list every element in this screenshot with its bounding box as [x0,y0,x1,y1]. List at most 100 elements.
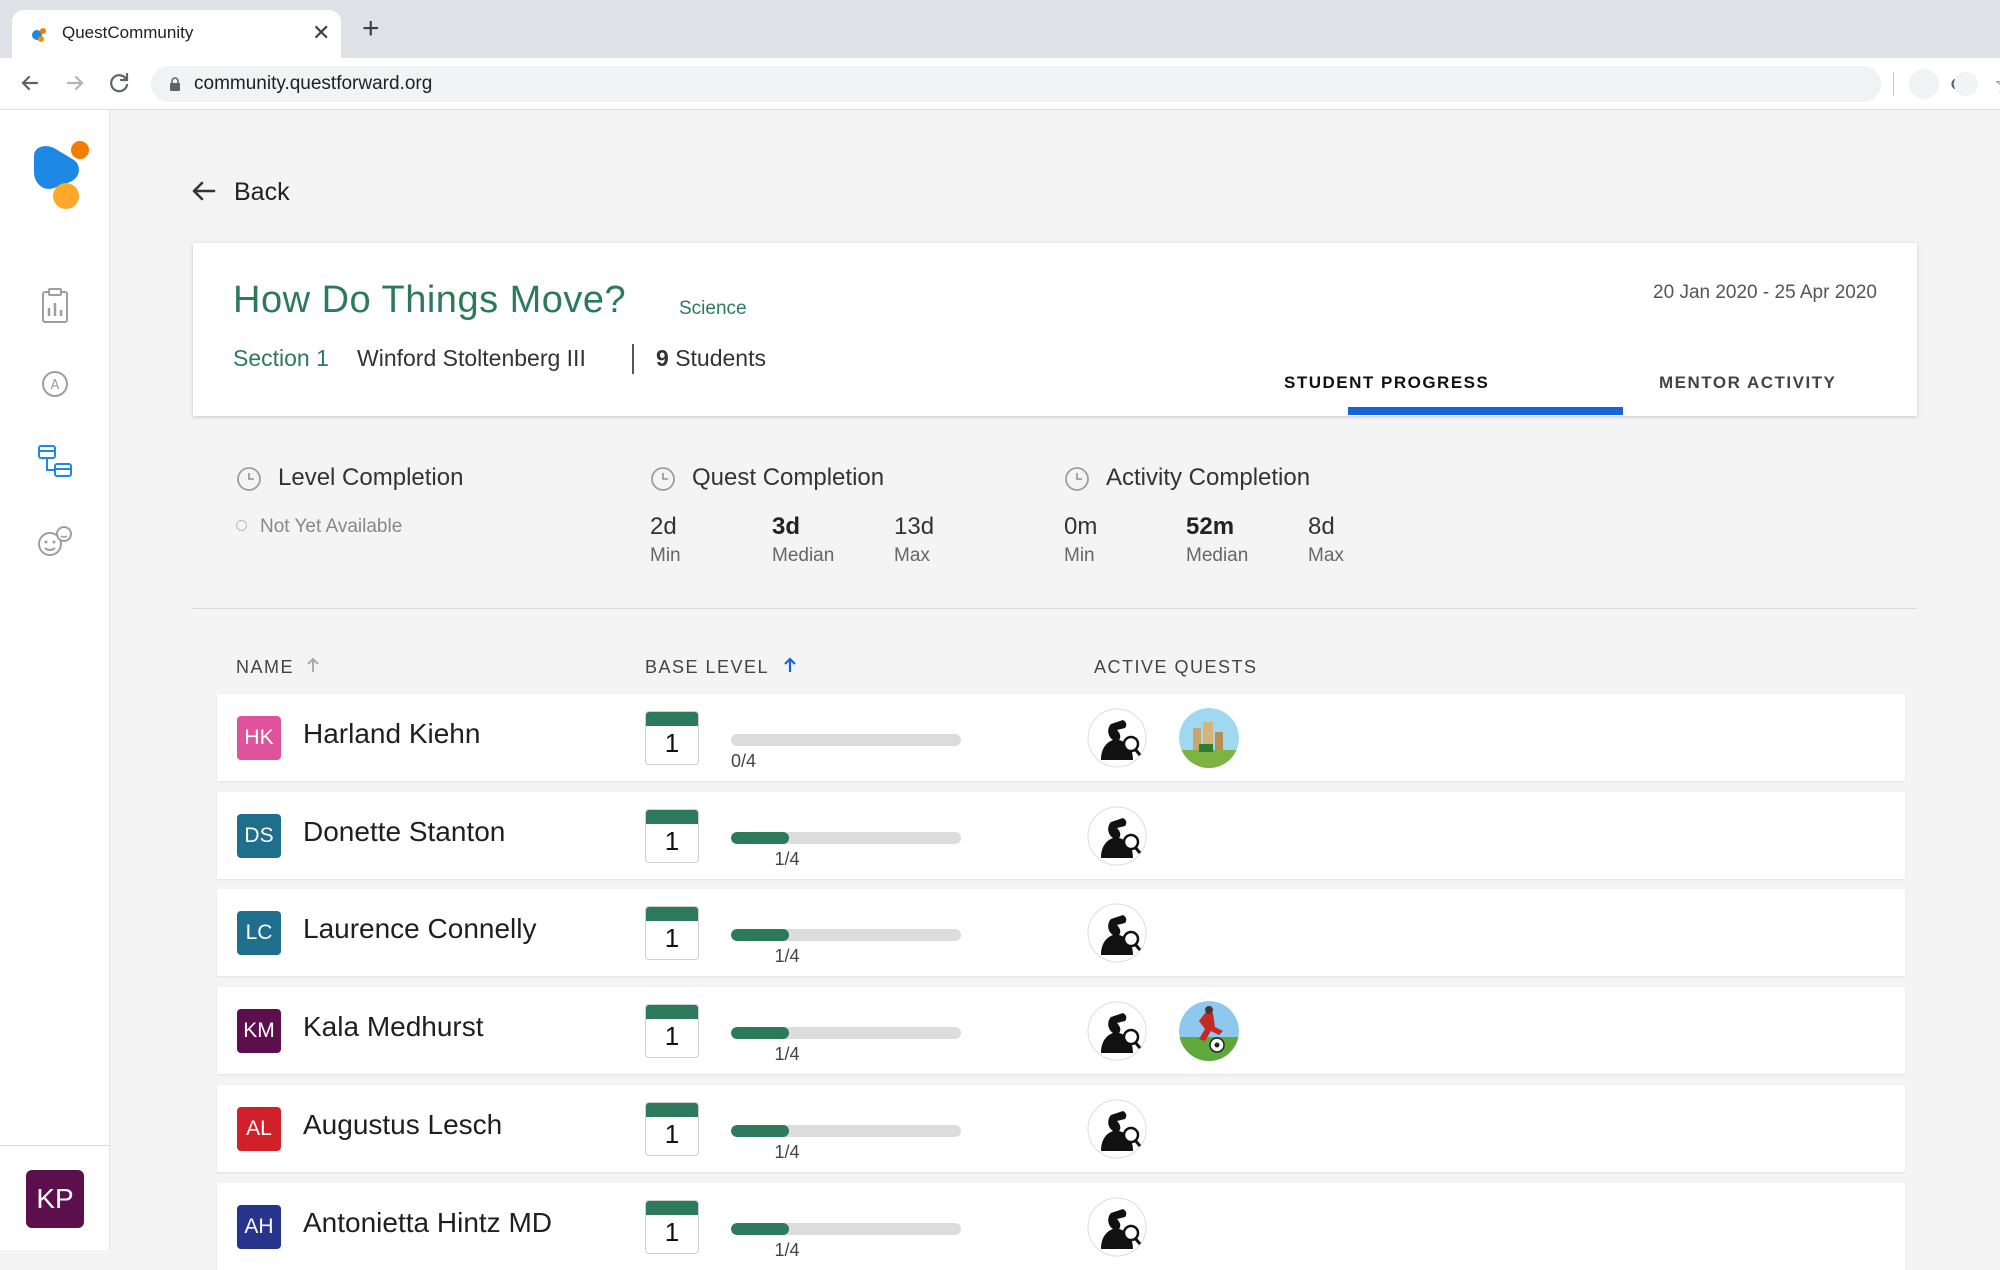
app-sidebar: A KP [0,110,110,1250]
student-row[interactable]: AH Antonietta Hintz MD 1 1/4 [217,1183,1905,1270]
user-avatar[interactable]: KP [26,1170,84,1228]
bookmark-star-icon[interactable]: ☆ [1994,70,2000,98]
profile-icon[interactable] [1954,72,1978,96]
student-name[interactable]: Donette Stanton [303,816,505,848]
base-level-number: 1 [664,923,680,953]
clock-icon [651,467,675,491]
tab-mentor-activity[interactable]: MENTOR ACTIVITY [1659,373,1836,393]
course-header-card: How Do Things Move? Science Section 1 Wi… [193,243,1917,416]
level-progress-text: 1/4 [774,1142,800,1162]
student-name[interactable]: Augustus Lesch [303,1109,502,1141]
base-level-badge: 1 [645,711,699,765]
toolbar-separator [1893,72,1894,96]
level-progress-fill [731,832,789,844]
level-progress-text: 1/4 [774,1240,800,1260]
level-badge-band [646,1005,698,1019]
soccer-quest-icon[interactable] [1179,1001,1239,1061]
base-level-number: 1 [664,1217,680,1247]
student-initials-avatar: HK [237,716,281,760]
level-progress-text: 1/4 [774,946,800,966]
activity-max-metric: 8d Max [1308,513,1344,566]
quest-max-metric: 13d Max [894,513,935,566]
student-name[interactable]: Harland Kiehn [303,718,480,750]
close-tab-icon[interactable]: ✕ [312,19,330,47]
students-count: 9 Students [656,345,766,371]
sections-icon[interactable] [35,442,75,482]
quest-min-metric: 2d Min [650,513,681,566]
student-name[interactable]: Antonietta Hintz MD [303,1207,552,1239]
student-row[interactable]: DS Donette Stanton 1 1/4 [217,792,1905,879]
detective-quest-icon[interactable] [1087,708,1147,768]
reload-icon[interactable] [105,68,135,98]
detective-quest-icon[interactable] [1087,1099,1147,1159]
course-title: How Do Things Move? [233,279,627,321]
browser-toolbar: community.questforward.org ☆ [0,58,2000,110]
student-row[interactable]: LC Laurence Connelly 1 1/4 [217,889,1905,976]
level-progress-bar [731,832,961,844]
base-level-number: 1 [664,1119,680,1149]
student-name[interactable]: Laurence Connelly [303,913,537,945]
section-label: Section 1 [233,345,329,371]
base-level-number: 1 [664,1021,680,1051]
new-tab-button[interactable]: + [362,14,380,44]
address-bar[interactable]: community.questforward.org ☆ [151,66,2000,102]
student-row[interactable]: KM Kala Medhurst 1 1/4 [217,987,1905,1074]
clock-icon [237,467,261,491]
student-initials-avatar: DS [237,814,281,858]
status-dot [236,520,247,531]
back-label: Back [234,178,290,206]
level-progress-fill [731,1027,789,1039]
detective-quest-icon[interactable] [1087,806,1147,866]
back-nav-icon[interactable] [15,68,45,98]
name-column-header[interactable]: NAME [236,657,294,678]
browser-tab[interactable]: QuestCommunity ✕ [12,10,341,58]
level-badge-band [646,810,698,824]
level-progress-bar [731,1027,961,1039]
level-badge-band [646,712,698,726]
sidebar-divider [0,1145,110,1146]
svg-text:A: A [51,378,60,393]
level-badge-band [646,1103,698,1117]
students-faces-icon[interactable] [35,522,75,562]
student-initials-avatar: KM [237,1009,281,1053]
sort-arrow-up-icon[interactable] [782,655,798,675]
detective-quest-icon[interactable] [1087,903,1147,963]
level-progress-bar [731,734,961,746]
arrow-left-icon [192,181,216,201]
header-separator [632,344,634,374]
extension-icon[interactable] [1909,69,1939,99]
tab-student-progress[interactable]: STUDENT PROGRESS [1284,373,1489,393]
level-progress-text: 1/4 [774,1044,800,1064]
activity-median-metric: 52m Median [1186,513,1249,566]
stats-divider [193,608,1917,609]
student-initials-avatar: LC [237,911,281,955]
base-level-column-header[interactable]: BASE LEVEL [645,657,769,678]
base-level-badge: 1 [645,1200,699,1254]
browser-tabstrip: QuestCommunity ✕ + [0,0,2000,58]
detective-quest-icon[interactable] [1087,1197,1147,1257]
level-progress-text: 0/4 [731,751,757,771]
level-progress-fill [731,1125,789,1137]
detective-quest-icon[interactable] [1087,1001,1147,1061]
forward-nav-icon[interactable] [60,68,90,98]
base-level-number: 1 [664,826,680,856]
quest-median-metric: 3d Median [772,513,835,566]
sort-arrow-up-icon[interactable] [305,655,321,675]
level-completion-status: Not Yet Available [260,516,403,537]
course-subject: Science [679,298,747,319]
achievement-badge-icon[interactable]: A [35,364,75,404]
url-text: community.questforward.org [194,73,433,94]
student-name[interactable]: Kala Medhurst [303,1011,484,1043]
level-badge-band [646,1201,698,1215]
dashboard-clipboard-icon[interactable] [35,286,75,326]
base-level-badge: 1 [645,906,699,960]
student-row[interactable]: HK Harland Kiehn 1 0/4 [217,694,1905,781]
city-quest-icon[interactable] [1179,708,1239,768]
date-range: 20 Jan 2020 - 25 Apr 2020 [1653,282,1877,303]
base-level-number: 1 [664,728,680,758]
base-level-badge: 1 [645,809,699,863]
questforward-logo-icon[interactable] [30,138,92,212]
level-badge-band [646,907,698,921]
student-row[interactable]: AL Augustus Lesch 1 1/4 [217,1085,1905,1172]
questcommunity-favicon-icon [32,28,46,42]
